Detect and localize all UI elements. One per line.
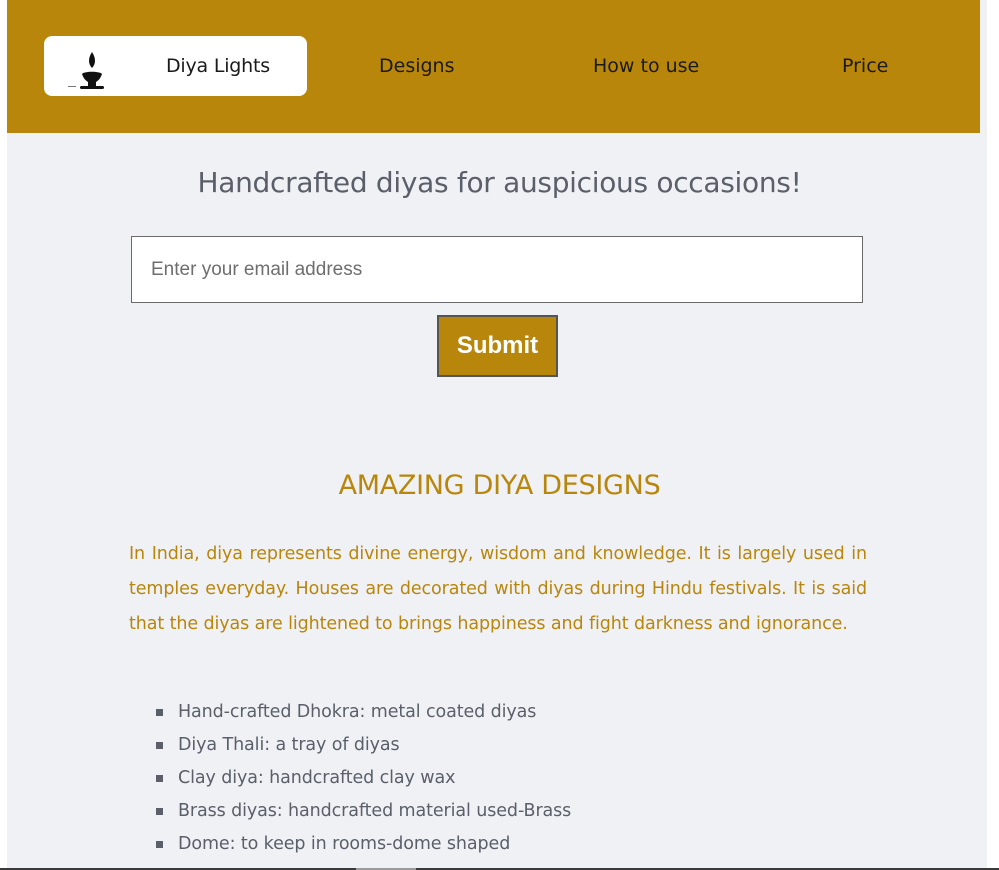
nav-link-how-to-use[interactable]: How to use	[593, 55, 699, 77]
nav-link-designs[interactable]: Designs	[379, 55, 455, 77]
list-item: Diya Thali: a tray of diyas	[154, 729, 571, 762]
brand-name: Diya Lights	[166, 55, 270, 77]
list-item: Clay diya: handcrafted clay wax	[154, 762, 571, 795]
hero-title: Handcrafted diyas for auspicious occasio…	[197, 166, 802, 199]
design-list: Hand-crafted Dhokra: metal coated diyas …	[154, 696, 571, 861]
email-input[interactable]	[131, 236, 863, 303]
site-header: Diya Lights Designs How to use Price	[7, 0, 980, 133]
square-bullet-icon	[156, 742, 163, 749]
square-bullet-icon	[156, 841, 163, 848]
right-gutter	[987, 0, 999, 870]
list-item-text: Clay diya: handcrafted clay wax	[178, 768, 456, 788]
square-bullet-icon	[156, 775, 163, 782]
nav-link-price[interactable]: Price	[842, 55, 888, 77]
list-item-text: Dome: to keep in rooms-dome shaped	[178, 834, 511, 854]
intro-paragraph: In India, diya represents divine energy,…	[129, 544, 867, 634]
list-item-text: Diya Thali: a tray of diyas	[178, 735, 400, 755]
list-item: Brass diyas: handcrafted material used-B…	[154, 795, 571, 828]
list-item-text: Brass diyas: handcrafted material used-B…	[178, 801, 572, 821]
list-item: Hand-crafted Dhokra: metal coated diyas	[154, 696, 571, 729]
square-bullet-icon	[156, 808, 163, 815]
brand-link[interactable]: Diya Lights	[44, 36, 307, 96]
submit-button[interactable]: Submit	[437, 315, 558, 377]
left-gutter	[0, 0, 7, 870]
section-title: AMAZING DIYA DESIGNS	[338, 470, 661, 501]
diya-logo-icon	[68, 52, 104, 89]
list-item: Dome: to keep in rooms-dome shaped	[154, 828, 571, 861]
square-bullet-icon	[156, 709, 163, 716]
page: Diya Lights Designs How to use Price Han…	[7, 0, 999, 868]
list-item-text: Hand-crafted Dhokra: metal coated diyas	[178, 702, 537, 722]
